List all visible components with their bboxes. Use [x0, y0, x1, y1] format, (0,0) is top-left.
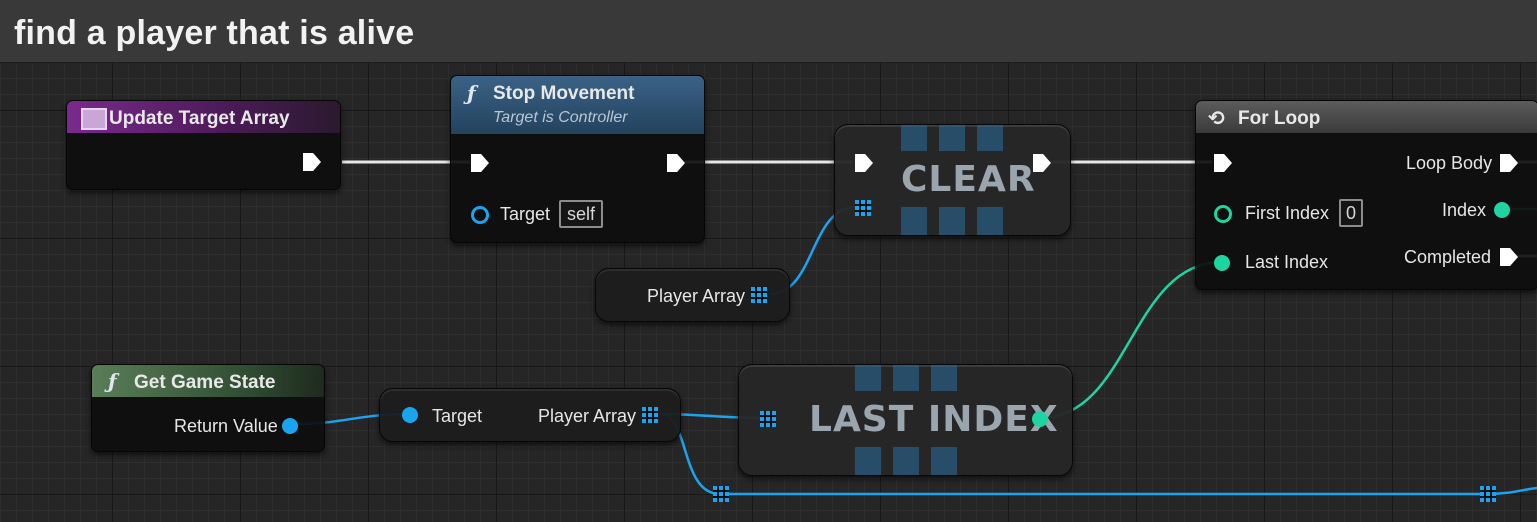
return-value-label: Return Value: [174, 416, 278, 436]
decor-block: [977, 207, 1003, 235]
function-icon: ƒ: [108, 369, 117, 393]
player-array-label: Player Array: [538, 406, 637, 426]
loop-body-label: Loop Body: [1406, 153, 1493, 173]
function-icon: [81, 108, 107, 130]
function-icon: ƒ: [467, 81, 476, 105]
exec-out-pin[interactable]: [1033, 154, 1051, 172]
node-title: Get Game State: [134, 372, 276, 393]
node-player-array-getter[interactable]: Player Array: [595, 268, 790, 322]
completed-pin[interactable]: [1500, 248, 1518, 266]
target-pin[interactable]: [471, 206, 489, 224]
last-index-out-pin[interactable]: [1032, 411, 1048, 427]
array-out-pin[interactable]: [642, 407, 658, 423]
exec-out-pin[interactable]: [303, 153, 321, 171]
target-in-pin[interactable]: [402, 407, 418, 423]
variable-label: Player Array: [647, 286, 746, 306]
node-subtitle: Target is Controller: [493, 109, 628, 126]
loop-body-pin[interactable]: [1500, 154, 1518, 172]
node-header[interactable]: ƒ Stop Movement Target is Controller: [451, 76, 704, 134]
array-in-pin[interactable]: [760, 411, 776, 427]
first-index-label: First Index: [1245, 203, 1330, 223]
decor-block: [901, 125, 927, 151]
first-index-pin[interactable]: [1214, 205, 1232, 223]
decor-block: [931, 365, 957, 391]
decor-block: [893, 447, 919, 475]
decor-block: [855, 447, 881, 475]
exec-in-pin[interactable]: [855, 154, 873, 172]
last-index-label: Last Index: [1245, 252, 1329, 272]
exec-in-pin[interactable]: [1214, 154, 1232, 172]
node-title: Stop Movement: [493, 83, 635, 104]
target-default-value[interactable]: self: [559, 200, 604, 228]
decor-block: [931, 447, 957, 475]
node-header[interactable]: ⟲ For Loop: [1196, 101, 1537, 133]
node-last-index[interactable]: LAST INDEX: [738, 364, 1073, 476]
index-label: Index: [1442, 200, 1487, 220]
decor-block: [977, 125, 1003, 151]
index-out-pin[interactable]: [1494, 202, 1510, 218]
decor-block: [939, 125, 965, 151]
return-value-pin[interactable]: [282, 418, 298, 434]
node-title: For Loop: [1238, 108, 1321, 129]
decor-block: [939, 207, 965, 235]
reroute-node[interactable]: [1480, 486, 1496, 502]
exec-in-pin[interactable]: [471, 154, 489, 172]
decor-block: [855, 365, 881, 391]
target-label: Target: [432, 406, 483, 426]
node-title: CLEAR: [901, 159, 1036, 200]
node-player-array-member[interactable]: Target Player Array: [379, 388, 681, 442]
last-index-pin[interactable]: [1214, 255, 1230, 271]
first-index-value[interactable]: 0: [1339, 199, 1364, 227]
node-header[interactable]: Update Target Array: [67, 101, 340, 133]
completed-label: Completed: [1404, 247, 1492, 267]
node-get-game-state[interactable]: ƒ Get Game State Return Value: [91, 364, 325, 452]
decor-block: [893, 365, 919, 391]
loop-icon: ⟲: [1208, 108, 1225, 130]
node-for-loop[interactable]: ⟲ For Loop First Index 0 Last Index Loop…: [1195, 100, 1537, 290]
node-update-target-array[interactable]: Update Target Array: [66, 100, 341, 190]
node-clear[interactable]: CLEAR: [834, 124, 1071, 236]
exec-out-pin[interactable]: [667, 154, 685, 172]
array-out-pin[interactable]: [751, 287, 767, 303]
reroute-node[interactable]: [713, 486, 729, 502]
node-header[interactable]: ƒ Get Game State: [92, 365, 324, 397]
node-title: Update Target Array: [109, 108, 290, 129]
node-stop-movement[interactable]: ƒ Stop Movement Target is Controller Tar…: [450, 75, 705, 243]
array-in-pin[interactable]: [855, 200, 871, 216]
node-title: LAST INDEX: [809, 399, 1059, 440]
decor-block: [901, 207, 927, 235]
target-label: Target: [500, 204, 551, 224]
